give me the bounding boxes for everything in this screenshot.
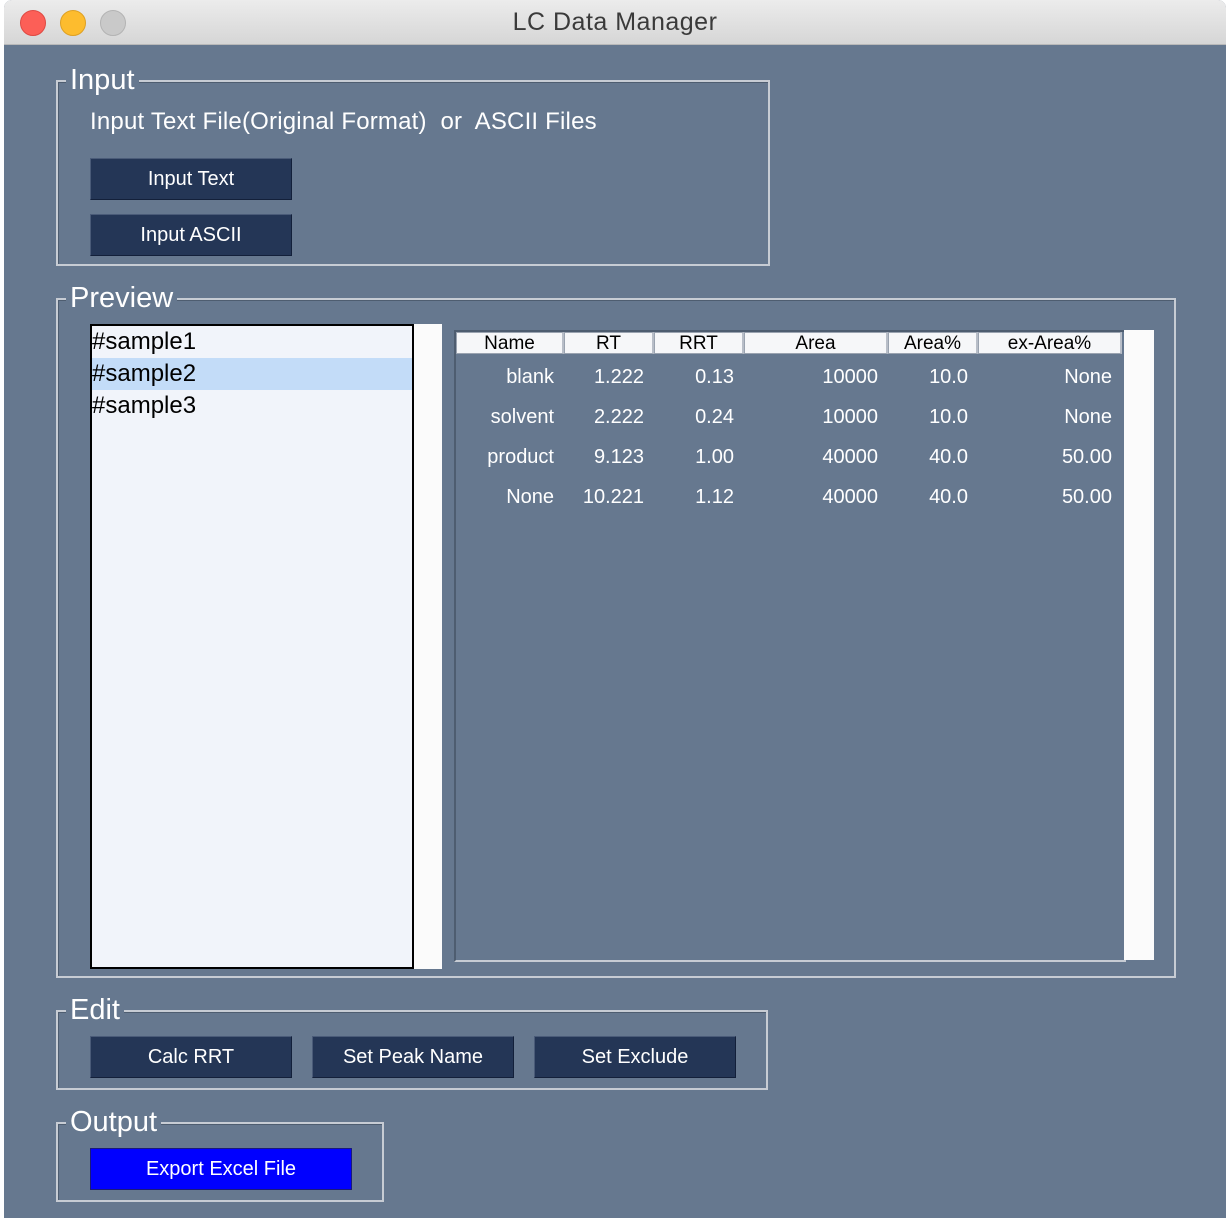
cell-area: 10000 xyxy=(822,366,878,388)
column-header-ex-area-percent[interactable]: ex-Area% xyxy=(978,332,1122,354)
cell-rt: 9.123 xyxy=(593,446,644,468)
cell-area: 40000 xyxy=(822,446,878,468)
input-text-button[interactable]: Input Text xyxy=(90,158,292,200)
table-row[interactable]: product 9.123 1.00 40000 40.0 50.00 xyxy=(456,442,1122,472)
table-row[interactable]: blank 1.222 0.13 10000 10.0 None xyxy=(456,362,1122,392)
peak-table-header: Name RT RRT Area Area% ex-Area% xyxy=(456,332,1122,356)
input-legend: Input xyxy=(66,63,139,97)
cell-rrt: 1.00 xyxy=(695,446,734,468)
cell-name: solvent xyxy=(490,406,554,428)
cell-ex-area-percent: 50.00 xyxy=(1061,486,1112,508)
cell-area-percent: 10.0 xyxy=(929,406,968,428)
cell-name: product xyxy=(487,446,554,468)
cell-area: 40000 xyxy=(822,486,878,508)
app-window: LC Data Manager Input Input Text File(Or… xyxy=(4,0,1226,1218)
preview-group: Preview #sample1 #sample2 #sample3 Name … xyxy=(56,281,1176,978)
input-group: Input Input Text File(Original Format) o… xyxy=(56,63,770,266)
sample-list-item[interactable]: #sample3 xyxy=(92,390,412,422)
window-title: LC Data Manager xyxy=(512,8,718,36)
cell-name: blank xyxy=(506,366,554,388)
set-peak-name-button[interactable]: Set Peak Name xyxy=(312,1036,514,1078)
cell-name: None xyxy=(506,486,554,508)
title-bar: LC Data Manager xyxy=(4,0,1226,45)
sample-listbox[interactable]: #sample1 #sample2 #sample3 xyxy=(90,324,414,969)
table-row[interactable]: solvent 2.222 0.24 10000 10.0 None xyxy=(456,402,1122,432)
cell-rrt: 0.24 xyxy=(695,406,734,428)
edit-group: Edit Calc RRT Set Peak Name Set Exclude xyxy=(56,993,768,1090)
cell-area: 10000 xyxy=(822,406,878,428)
export-excel-button[interactable]: Export Excel File xyxy=(90,1148,352,1190)
sample-list-item[interactable]: #sample1 xyxy=(92,326,412,358)
cell-rrt: 1.12 xyxy=(695,486,734,508)
peak-table-scrollbar[interactable] xyxy=(1124,330,1154,960)
cell-rt: 10.221 xyxy=(582,486,644,508)
cell-area-percent: 40.0 xyxy=(929,486,968,508)
column-header-rt[interactable]: RT xyxy=(564,332,654,354)
column-header-rrt[interactable]: RRT xyxy=(654,332,744,354)
cell-area-percent: 10.0 xyxy=(929,366,968,388)
cell-area-percent: 40.0 xyxy=(929,446,968,468)
sample-list-item-selected[interactable]: #sample2 xyxy=(92,358,412,390)
cell-ex-area-percent: None xyxy=(1064,366,1112,388)
output-group: Output Export Excel File xyxy=(56,1105,384,1202)
peak-table[interactable]: Name RT RRT Area Area% ex-Area% blank 1.… xyxy=(454,330,1126,962)
column-header-area-percent[interactable]: Area% xyxy=(888,332,978,354)
cell-rt: 2.222 xyxy=(593,406,644,428)
table-row[interactable]: None 10.221 1.12 40000 40.0 50.00 xyxy=(456,482,1122,512)
output-legend: Output xyxy=(66,1105,162,1139)
cell-ex-area-percent: None xyxy=(1064,406,1112,428)
sample-list-scrollbar[interactable] xyxy=(414,324,442,969)
cell-ex-area-percent: 50.00 xyxy=(1061,446,1112,468)
set-exclude-button[interactable]: Set Exclude xyxy=(534,1036,736,1078)
column-header-area[interactable]: Area xyxy=(744,332,888,354)
preview-legend: Preview xyxy=(66,281,178,315)
input-description: Input Text File(Original Format) or ASCI… xyxy=(90,108,597,135)
column-header-name[interactable]: Name xyxy=(456,332,564,354)
calc-rrt-button[interactable]: Calc RRT xyxy=(90,1036,292,1078)
cell-rt: 1.222 xyxy=(593,366,644,388)
edit-legend: Edit xyxy=(66,993,124,1027)
cell-rrt: 0.13 xyxy=(695,366,734,388)
input-ascii-button[interactable]: Input ASCII xyxy=(90,214,292,256)
